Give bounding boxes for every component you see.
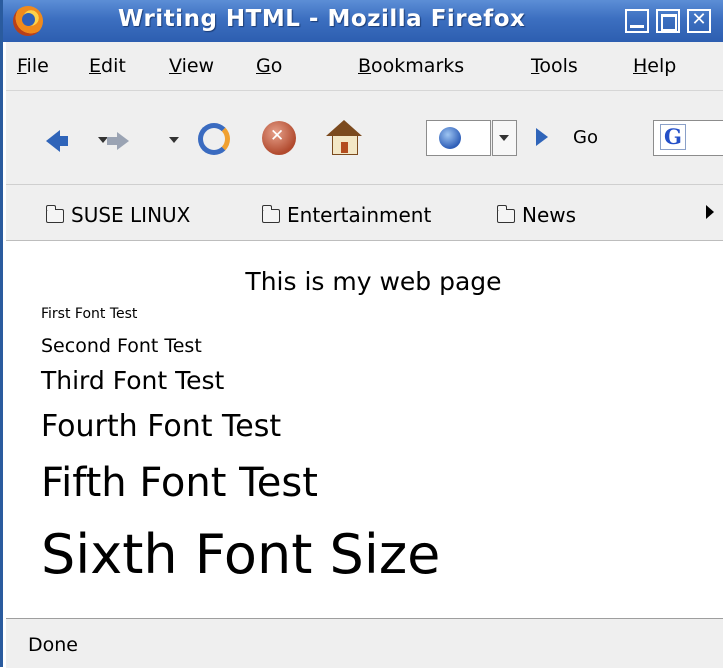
go-button-label[interactable]: Go [573,127,598,148]
title-bar: Writing HTML - Mozilla Firefox ✕ [3,0,723,42]
menu-view[interactable]: View [169,55,214,77]
go-icon[interactable] [536,128,556,146]
home-icon[interactable] [326,120,362,156]
menu-bookmarks-mnemonic: B [358,55,372,77]
bookmark-folder-entertainment[interactable]: Entertainment [261,203,432,227]
menu-edit[interactable]: Edit [89,55,126,77]
folder-icon [261,205,280,223]
menu-help-label: elp [647,55,677,77]
menu-file-mnemonic: F [17,55,27,77]
url-history-dropdown[interactable] [492,120,517,156]
bookmarks-overflow-chevron-icon[interactable] [706,205,714,219]
menu-go-label: o [270,55,283,77]
menu-go[interactable]: Go [256,55,282,77]
close-button[interactable]: ✕ [687,9,711,33]
page-content: This is my web page First Font Test Seco… [6,241,723,617]
back-arrow-icon[interactable] [46,130,68,152]
menu-file-label: ile [26,55,49,77]
menu-tools-label: ools [539,55,578,77]
menu-bookmarks-label: ookmarks [371,55,465,77]
reload-icon[interactable] [198,123,230,155]
bookmarks-toolbar: SUSE LINUX Entertainment News [6,185,723,241]
folder-icon [496,205,515,223]
bookmark-label: Entertainment [287,203,432,227]
home-door [341,142,348,153]
forward-history-dropdown[interactable] [169,137,179,143]
status-text: Done [28,634,78,656]
page-heading: This is my web page [245,267,502,296]
window-title: Writing HTML - Mozilla Firefox [118,6,526,32]
bookmark-label: News [522,203,577,227]
google-icon[interactable]: G [660,124,686,150]
menu-bar: File Edit View Go Bookmarks Tools Help [6,42,723,91]
menu-go-mnemonic: G [256,55,271,77]
url-input[interactable] [426,120,491,156]
font-test-line-2: Second Font Test [41,335,202,357]
font-test-line-1: First Font Test [41,306,138,322]
font-test-line-3: Third Font Test [41,366,225,395]
font-test-line-6: Sixth Font Size [41,523,441,586]
menu-view-mnemonic: V [169,55,182,77]
stop-icon[interactable] [262,121,296,155]
bookmark-folder-news[interactable]: News [496,203,577,227]
globe-icon [439,127,461,149]
menu-bookmarks[interactable]: Bookmarks [358,55,464,77]
menu-tools[interactable]: Tools [531,55,578,77]
navigation-toolbar: Go G [6,91,723,185]
menu-edit-mnemonic: E [89,55,102,77]
bookmark-folder-suse-linux[interactable]: SUSE LINUX [45,203,191,227]
font-test-line-4: Fourth Font Test [41,409,282,444]
bookmark-label: SUSE LINUX [71,203,191,227]
search-input[interactable]: G [653,120,723,156]
firefox-logo-icon [13,6,43,36]
browser-window: Writing HTML - Mozilla Firefox ✕ File Ed… [0,0,723,668]
menu-view-label: iew [181,55,215,77]
chevron-down-icon [499,135,509,141]
font-test-line-5: Fifth Font Test [41,460,318,506]
menu-help-mnemonic: H [633,55,648,77]
home-roof [326,120,362,136]
forward-arrow-icon[interactable] [107,132,129,150]
folder-icon [45,205,64,223]
menu-help[interactable]: Help [633,55,676,77]
menu-file[interactable]: File [17,55,49,77]
maximize-button[interactable] [656,9,680,33]
status-bar: Done [6,618,723,668]
minimize-button[interactable] [625,9,649,33]
menu-edit-label: dit [101,55,126,77]
